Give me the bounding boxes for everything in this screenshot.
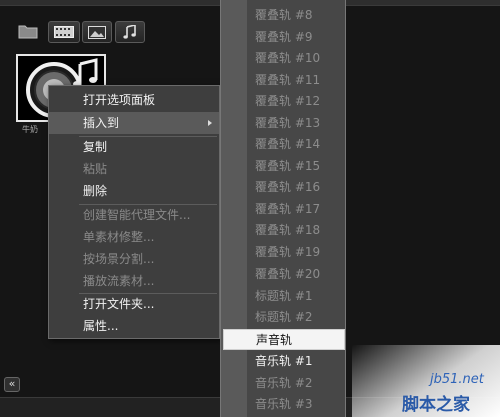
submenu-item-music-track-3[interactable]: 音乐轨 #3	[221, 394, 345, 415]
submenu-item-label: 音乐轨 #3	[255, 397, 313, 411]
submenu-item-overlay-track-15[interactable]: 覆叠轨 #15	[221, 156, 345, 177]
submenu-item-label: 覆叠轨 #8	[255, 8, 313, 22]
menu-item-label: 按场景分割...	[83, 252, 155, 266]
submenu-item-label: 覆叠轨 #19	[255, 245, 321, 259]
submenu-arrow-icon	[208, 120, 212, 126]
show-audio-button[interactable]	[115, 21, 145, 43]
submenu-item-overlay-track-10[interactable]: 覆叠轨 #10	[221, 48, 345, 69]
submenu-item-music-track-1[interactable]: 音乐轨 #1	[221, 351, 345, 372]
show-video-button[interactable]	[48, 21, 80, 43]
submenu-item-label: 覆叠轨 #10	[255, 51, 321, 65]
menu-item-insert-to[interactable]: 插入到	[49, 112, 219, 134]
collapse-panel-button[interactable]: «	[4, 377, 20, 392]
submenu-item-overlay-track-19[interactable]: 覆叠轨 #19	[221, 242, 345, 263]
menu-item-paste[interactable]: 粘贴	[49, 158, 219, 180]
double-chevron-left-icon: «	[8, 377, 16, 390]
submenu-item-label: 覆叠轨 #9	[255, 30, 313, 44]
menu-item-open-folder[interactable]: 打开文件夹...	[49, 293, 219, 315]
submenu-item-label: 声音轨	[256, 333, 293, 347]
submenu-item-overlay-track-16[interactable]: 覆叠轨 #16	[221, 177, 345, 198]
submenu-item-title-track-2[interactable]: 标题轨 #2	[221, 307, 345, 328]
menu-item-label: 打开选项面板	[83, 93, 156, 107]
menu-item-single-clip-trim[interactable]: 单素材修整...	[49, 226, 219, 248]
menu-item-create-smart-proxy[interactable]: 创建智能代理文件...	[49, 204, 219, 226]
submenu-item-label: 覆叠轨 #20	[255, 267, 321, 281]
film-icon	[54, 26, 74, 38]
menu-item-label: 创建智能代理文件...	[83, 208, 191, 222]
photo-icon	[88, 25, 106, 39]
menu-item-properties[interactable]: 属性...	[49, 315, 219, 337]
submenu-item-overlay-track-17[interactable]: 覆叠轨 #17	[221, 199, 345, 220]
menu-item-play-stream[interactable]: 播放流素材...	[49, 270, 219, 292]
menu-item-label: 打开文件夹...	[83, 297, 155, 311]
menu-item-split-by-scene[interactable]: 按场景分割...	[49, 248, 219, 270]
submenu-item-music-track-2[interactable]: 音乐轨 #2	[221, 373, 345, 394]
submenu-item-label: 覆叠轨 #11	[255, 73, 321, 87]
menu-item-copy[interactable]: 复制	[49, 136, 219, 158]
submenu-item-overlay-track-13[interactable]: 覆叠轨 #13	[221, 113, 345, 134]
watermark-title: 脚本之家	[402, 395, 470, 415]
submenu-item-label: 覆叠轨 #14	[255, 137, 321, 151]
submenu-item-overlay-track-11[interactable]: 覆叠轨 #11	[221, 70, 345, 91]
menu-item-label: 插入到	[83, 116, 120, 130]
folder-icon[interactable]	[18, 23, 38, 39]
submenu-item-overlay-track-14[interactable]: 覆叠轨 #14	[221, 134, 345, 155]
submenu-item-label: 标题轨 #2	[255, 310, 313, 324]
submenu-item-label: 标题轨 #1	[255, 289, 313, 303]
submenu-item-label: 音乐轨 #2	[255, 376, 313, 390]
menu-item-label: 属性...	[83, 319, 119, 333]
context-menu: 打开选项面板 插入到 复制 粘贴 删除 创建智能代理文件... 单素材修整...…	[48, 85, 220, 339]
submenu-item-label: 覆叠轨 #13	[255, 116, 321, 130]
watermark-site: jb51.net	[430, 372, 484, 387]
submenu-item-overlay-track-12[interactable]: 覆叠轨 #12	[221, 91, 345, 112]
menu-item-label: 单素材修整...	[83, 230, 155, 244]
menu-item-label: 删除	[83, 184, 108, 198]
menu-item-open-options-panel[interactable]: 打开选项面板	[49, 89, 219, 111]
menu-item-label: 播放流素材...	[83, 274, 155, 288]
submenu-item-voice-track[interactable]: 声音轨	[223, 329, 345, 350]
submenu-item-overlay-track-20[interactable]: 覆叠轨 #20	[221, 264, 345, 285]
submenu-item-title-track-1[interactable]: 标题轨 #1	[221, 286, 345, 307]
submenu-item-overlay-track-18[interactable]: 覆叠轨 #18	[221, 220, 345, 241]
menu-item-label: 复制	[83, 140, 108, 154]
clip-name-label: 牛奶	[22, 125, 38, 134]
submenu-item-label: 覆叠轨 #17	[255, 202, 321, 216]
submenu-item-label: 覆叠轨 #15	[255, 159, 321, 173]
show-photo-button[interactable]	[82, 21, 112, 43]
submenu-item-label: 覆叠轨 #12	[255, 94, 321, 108]
submenu-item-overlay-track-9[interactable]: 覆叠轨 #9	[221, 27, 345, 48]
menu-item-delete[interactable]: 删除	[49, 180, 219, 202]
music-note-icon	[123, 25, 136, 39]
submenu-item-label: 覆叠轨 #16	[255, 180, 321, 194]
submenu-item-overlay-track-8[interactable]: 覆叠轨 #8	[221, 5, 345, 26]
insert-to-submenu: 覆叠轨 #8 覆叠轨 #9 覆叠轨 #10 覆叠轨 #11 覆叠轨 #12 覆叠…	[220, 0, 346, 417]
submenu-item-label: 音乐轨 #1	[255, 354, 313, 368]
submenu-item-label: 覆叠轨 #18	[255, 223, 321, 237]
menu-item-label: 粘贴	[83, 162, 108, 176]
